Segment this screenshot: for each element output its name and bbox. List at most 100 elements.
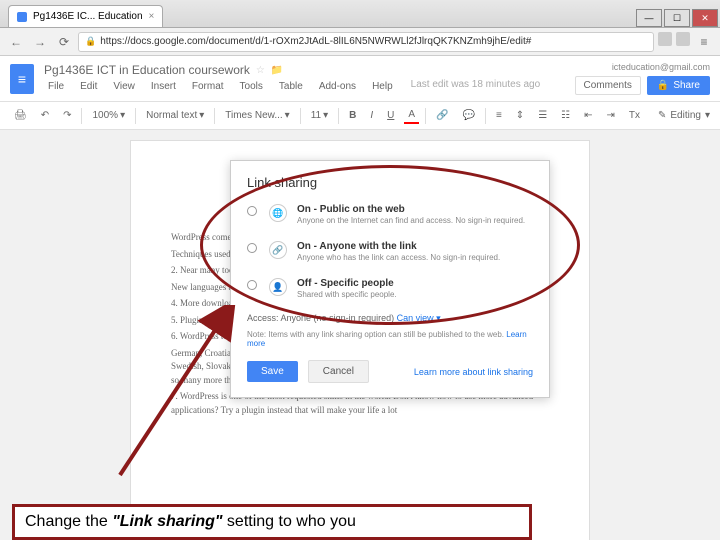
radio-specific[interactable] [247, 280, 257, 290]
comments-button[interactable]: Comments [575, 76, 641, 95]
menu-view[interactable]: View [109, 79, 139, 94]
option-title: On - Public on the web [297, 204, 533, 215]
star-icon[interactable]: ☆ [256, 65, 265, 76]
clearformat-icon[interactable]: Tx [625, 108, 644, 123]
reload-button[interactable]: ⟳ [54, 32, 74, 52]
forward-button[interactable]: → [30, 32, 50, 52]
radio-public[interactable] [247, 206, 257, 216]
option-desc: Anyone who has the link can access. No s… [297, 253, 533, 262]
last-edit-text: Last edit was 18 minutes ago [411, 79, 541, 94]
browser-tabstrip: Pg1436E IC... Education × — ☐ ✕ [0, 0, 720, 28]
extension-icon[interactable] [676, 32, 690, 46]
dialog-title: Link sharing [247, 175, 533, 190]
share-button[interactable]: 🔒 Share [647, 76, 710, 95]
save-button[interactable]: Save [247, 361, 298, 382]
share-lock-icon: 🔒 [657, 80, 669, 91]
folder-icon[interactable]: 📁 [271, 65, 283, 76]
note-row: Note: Items with any link sharing option… [247, 330, 533, 348]
bold-button[interactable]: B [345, 108, 360, 123]
style-select[interactable]: Normal text ▾ [142, 108, 208, 123]
access-text: Anyone (no sign-in required) [281, 313, 395, 323]
url-text: https://docs.google.com/document/d/1-rOX… [100, 36, 531, 47]
print-icon[interactable]: 🖨 [10, 108, 31, 123]
bulletlist-icon[interactable]: ☷ [557, 108, 574, 123]
textcolor-button[interactable]: A [404, 107, 419, 124]
window-maximize-button[interactable]: ☐ [664, 9, 690, 27]
docs-toolbar: 🖨 ↶ ↷ 100% ▾ Normal text ▾ Times New... … [0, 102, 720, 130]
fontsize-select[interactable]: 11 ▾ [307, 108, 332, 123]
menu-table[interactable]: Table [275, 79, 307, 94]
dialog-buttons: Save Cancel Learn more about link sharin… [247, 360, 533, 383]
window-controls: — ☐ ✕ [636, 9, 720, 27]
menu-bar: File Edit View Insert Format Tools Table… [44, 79, 540, 94]
menu-format[interactable]: Format [188, 79, 228, 94]
menu-edit[interactable]: Edit [76, 79, 101, 94]
undo-icon[interactable]: ↶ [37, 108, 53, 123]
link-sharing-dialog: Link sharing 🌐 On - Public on the web An… [230, 160, 550, 398]
pencil-icon: ✎ [658, 110, 666, 121]
tab-close-icon[interactable]: × [149, 11, 155, 22]
link-icon[interactable]: 🔗 [432, 108, 452, 123]
annotation-caption: Change the "Link sharing" setting to who… [25, 513, 519, 531]
cancel-button[interactable]: Cancel [308, 360, 369, 383]
note-text: Note: Items with any link sharing option… [247, 330, 504, 339]
italic-button[interactable]: I [366, 108, 377, 123]
link-icon: 🔗 [269, 241, 287, 259]
address-bar: ← → ⟳ 🔒 https://docs.google.com/document… [0, 28, 720, 56]
extension-icon[interactable] [658, 32, 672, 46]
option-title: Off - Specific people [297, 278, 533, 289]
align-icon[interactable]: ≡ [492, 108, 506, 123]
document-canvas: WordPress comes in over 50 languages. A … [0, 130, 720, 540]
share-label: Share [673, 80, 700, 91]
caption-post: setting to who you [222, 513, 355, 530]
indent-inc-icon[interactable]: ⇥ [603, 108, 619, 123]
header-right: icteducation@gmail.com Comments 🔒 Share [575, 62, 711, 95]
editing-mode-label: Editing [670, 110, 701, 121]
menu-addons[interactable]: Add-ons [315, 79, 360, 94]
tab-title: Pg1436E IC... Education [33, 11, 143, 22]
comment-icon[interactable]: 💬 [459, 108, 479, 123]
globe-icon: 🌐 [269, 204, 287, 222]
option-title: On - Anyone with the link [297, 241, 533, 252]
share-option-public[interactable]: 🌐 On - Public on the web Anyone on the I… [247, 200, 533, 229]
redo-icon[interactable]: ↷ [59, 108, 75, 123]
share-option-specific[interactable]: 👤 Off - Specific people Shared with spec… [247, 274, 533, 303]
numlist-icon[interactable]: ☰ [534, 108, 551, 123]
linespacing-icon[interactable]: ⇕ [512, 108, 528, 123]
document-title[interactable]: Pg1436E ICT in Education coursework [44, 63, 250, 77]
indent-dec-icon[interactable]: ⇤ [580, 108, 596, 123]
radio-link[interactable] [247, 243, 257, 253]
url-input[interactable]: 🔒 https://docs.google.com/document/d/1-r… [78, 32, 654, 52]
window-minimize-button[interactable]: — [636, 9, 662, 27]
caption-pre: Change the [25, 513, 112, 530]
extension-icons: ≡ [658, 32, 714, 52]
menu-tools[interactable]: Tools [236, 79, 267, 94]
window-close-button[interactable]: ✕ [692, 9, 718, 27]
option-desc: Anyone on the Internet can find and acce… [297, 216, 533, 225]
browser-tab[interactable]: Pg1436E IC... Education × [8, 5, 163, 27]
option-desc: Shared with specific people. [297, 290, 533, 299]
access-permission-dropdown[interactable]: Can view ▾ [397, 313, 441, 323]
lock-icon: 🔒 [85, 36, 96, 47]
access-row: Access: Anyone (no sign-in required) Can… [247, 313, 533, 324]
annotation-caption-box: Change the "Link sharing" setting to who… [12, 504, 532, 540]
editing-mode-button[interactable]: ✎ Editing ▾ [658, 110, 710, 121]
tab-favicon [17, 12, 27, 22]
menu-help[interactable]: Help [368, 79, 397, 94]
caption-bold: "Link sharing" [112, 513, 222, 530]
docs-logo-icon[interactable]: ≡ [10, 64, 34, 94]
docs-title-area: Pg1436E ICT in Education coursework ☆ 📁 … [44, 63, 540, 94]
zoom-select[interactable]: 100% ▾ [88, 108, 129, 123]
person-icon: 👤 [269, 278, 287, 296]
menu-insert[interactable]: Insert [147, 79, 180, 94]
user-email[interactable]: icteducation@gmail.com [612, 62, 710, 72]
share-option-link[interactable]: 🔗 On - Anyone with the link Anyone who h… [247, 237, 533, 266]
underline-button[interactable]: U [383, 108, 398, 123]
font-select[interactable]: Times New... ▾ [221, 108, 293, 123]
back-button[interactable]: ← [6, 32, 26, 52]
docs-header: ≡ Pg1436E ICT in Education coursework ☆ … [0, 56, 720, 102]
menu-icon[interactable]: ≡ [694, 32, 714, 52]
access-label: Access: [247, 313, 279, 323]
learn-more-link[interactable]: Learn more about link sharing [414, 367, 533, 377]
menu-file[interactable]: File [44, 79, 68, 94]
